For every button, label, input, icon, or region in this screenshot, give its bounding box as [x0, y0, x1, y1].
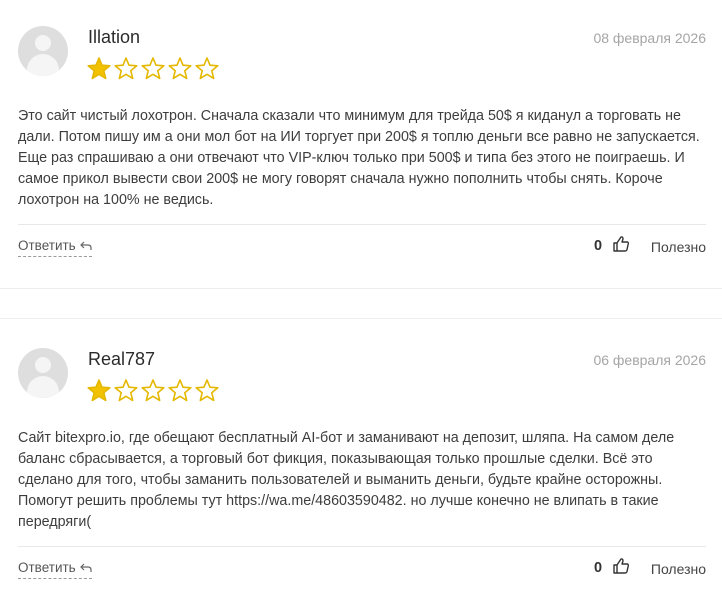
like-count: 0	[594, 560, 603, 576]
review-author: Illation	[88, 27, 141, 47]
star-empty-icon	[141, 379, 165, 402]
reply-button[interactable]: Ответить	[18, 237, 92, 257]
review-divider	[0, 288, 722, 289]
star-filled-icon	[87, 57, 111, 80]
separator	[18, 224, 706, 225]
review-card: Illation 08 февраля 2026 Это сайт чистый…	[0, 26, 722, 266]
reply-arrow-icon	[79, 241, 92, 250]
review-text: Это сайт чистый лохотрон. Сначала сказал…	[18, 108, 700, 208]
review-text: Сайт bitexpro.io, где обещают бесплатный…	[18, 428, 708, 533]
star-empty-icon	[195, 379, 219, 402]
star-empty-icon	[141, 57, 165, 80]
contact-link[interactable]: https://wa.me/48603590482	[226, 493, 402, 509]
star-empty-icon	[168, 57, 192, 80]
avatar	[18, 26, 68, 76]
rating-stars	[86, 56, 220, 80]
avatar	[18, 348, 68, 398]
review-date: 08 февраля 2026	[593, 30, 706, 46]
rating-stars	[86, 378, 220, 402]
reply-label: Ответить	[18, 560, 76, 575]
star-empty-icon	[168, 379, 192, 402]
review-date: 06 февраля 2026	[593, 352, 706, 368]
star-filled-icon	[87, 379, 111, 402]
review-divider	[0, 318, 722, 319]
reply-label: Ответить	[18, 238, 76, 253]
useful-button[interactable]: Полезно	[651, 560, 706, 578]
useful-button[interactable]: Полезно	[651, 238, 706, 256]
star-empty-icon	[195, 57, 219, 80]
thumbs-up-icon[interactable]	[612, 557, 630, 575]
reply-arrow-icon	[79, 563, 92, 572]
star-empty-icon	[114, 57, 138, 80]
reply-button[interactable]: Ответить	[18, 559, 92, 579]
thumbs-up-icon[interactable]	[612, 235, 630, 253]
like-count: 0	[594, 238, 603, 254]
separator	[18, 546, 706, 547]
review-card: Real787 06 февраля 2026 Сайт bitexpro.io…	[0, 348, 722, 588]
star-empty-icon	[114, 379, 138, 402]
review-author: Real787	[88, 349, 156, 369]
